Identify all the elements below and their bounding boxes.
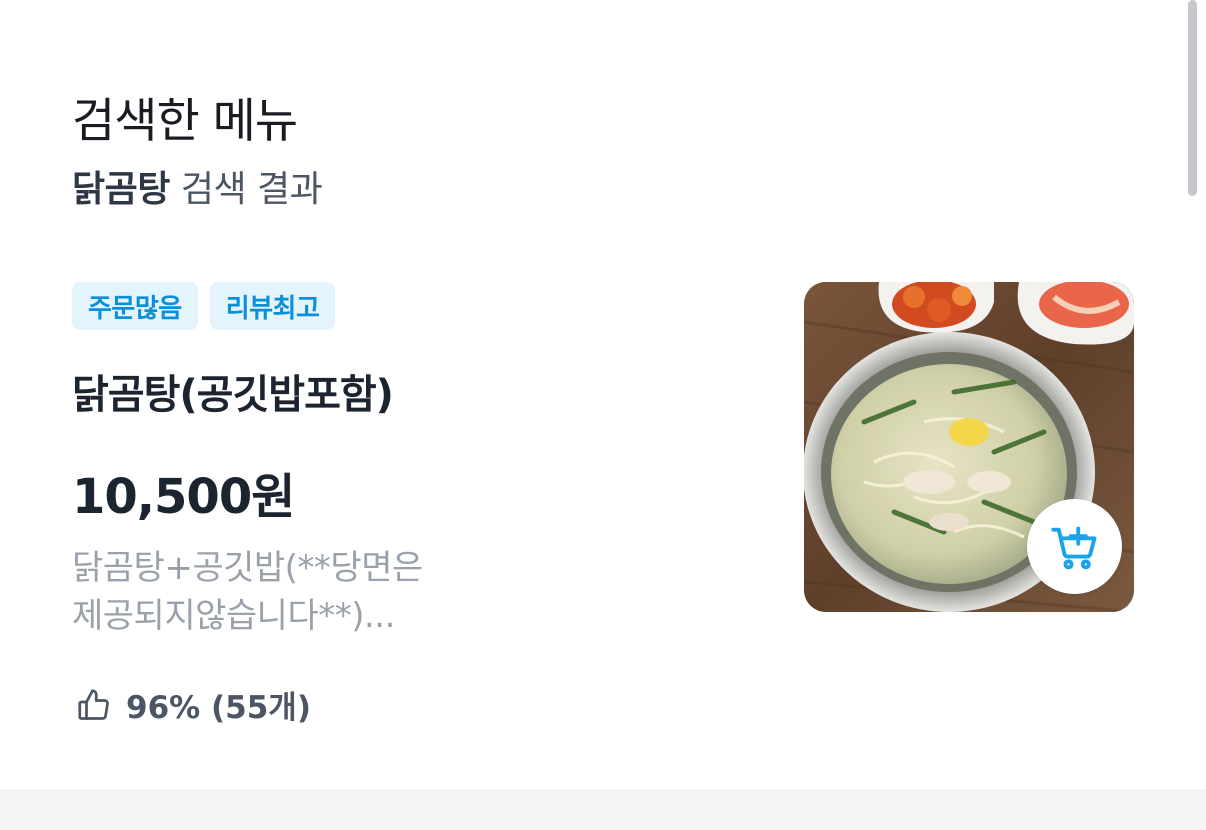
menu-description-line: 제공되지않습니다**)... xyxy=(72,596,395,636)
search-keyword: 닭곰탕 xyxy=(72,169,170,210)
add-to-cart-button[interactable] xyxy=(1027,499,1122,594)
menu-description: 닭곰탕+공깃밥(**당면은 제공되지않습니다**)... xyxy=(72,544,542,640)
menu-card[interactable]: 주문많음 리뷰최고 닭곰탕(공깃밥포함) 10,500원 닭곰탕+공깃밥(**당… xyxy=(0,262,1206,762)
cart-add-icon xyxy=(1050,526,1096,569)
menu-name: 닭곰탕(공깃밥포함) xyxy=(72,372,394,418)
tag-best-review: 리뷰최고 xyxy=(209,282,336,330)
page-title: 검색한 메뉴 xyxy=(72,94,298,149)
rating-text: 96% (55개) xyxy=(126,690,311,726)
food-photo[interactable] xyxy=(804,282,1134,612)
scrollbar[interactable] xyxy=(1188,0,1197,196)
thumbs-up-icon xyxy=(78,688,109,720)
tag-list: 주문많음 리뷰최고 xyxy=(72,282,336,330)
menu-description-line: 닭곰탕+공깃밥(**당면은 xyxy=(72,548,423,588)
menu-price: 10,500원 xyxy=(72,469,295,525)
section-divider xyxy=(0,789,1206,830)
tag-popular-orders: 주문많음 xyxy=(72,282,198,330)
rating: 96% (55개) xyxy=(76,682,311,727)
search-result-suffix: 검색 결과 xyxy=(169,169,323,210)
search-result-summary: 닭곰탕 검색 결과 xyxy=(72,160,323,212)
